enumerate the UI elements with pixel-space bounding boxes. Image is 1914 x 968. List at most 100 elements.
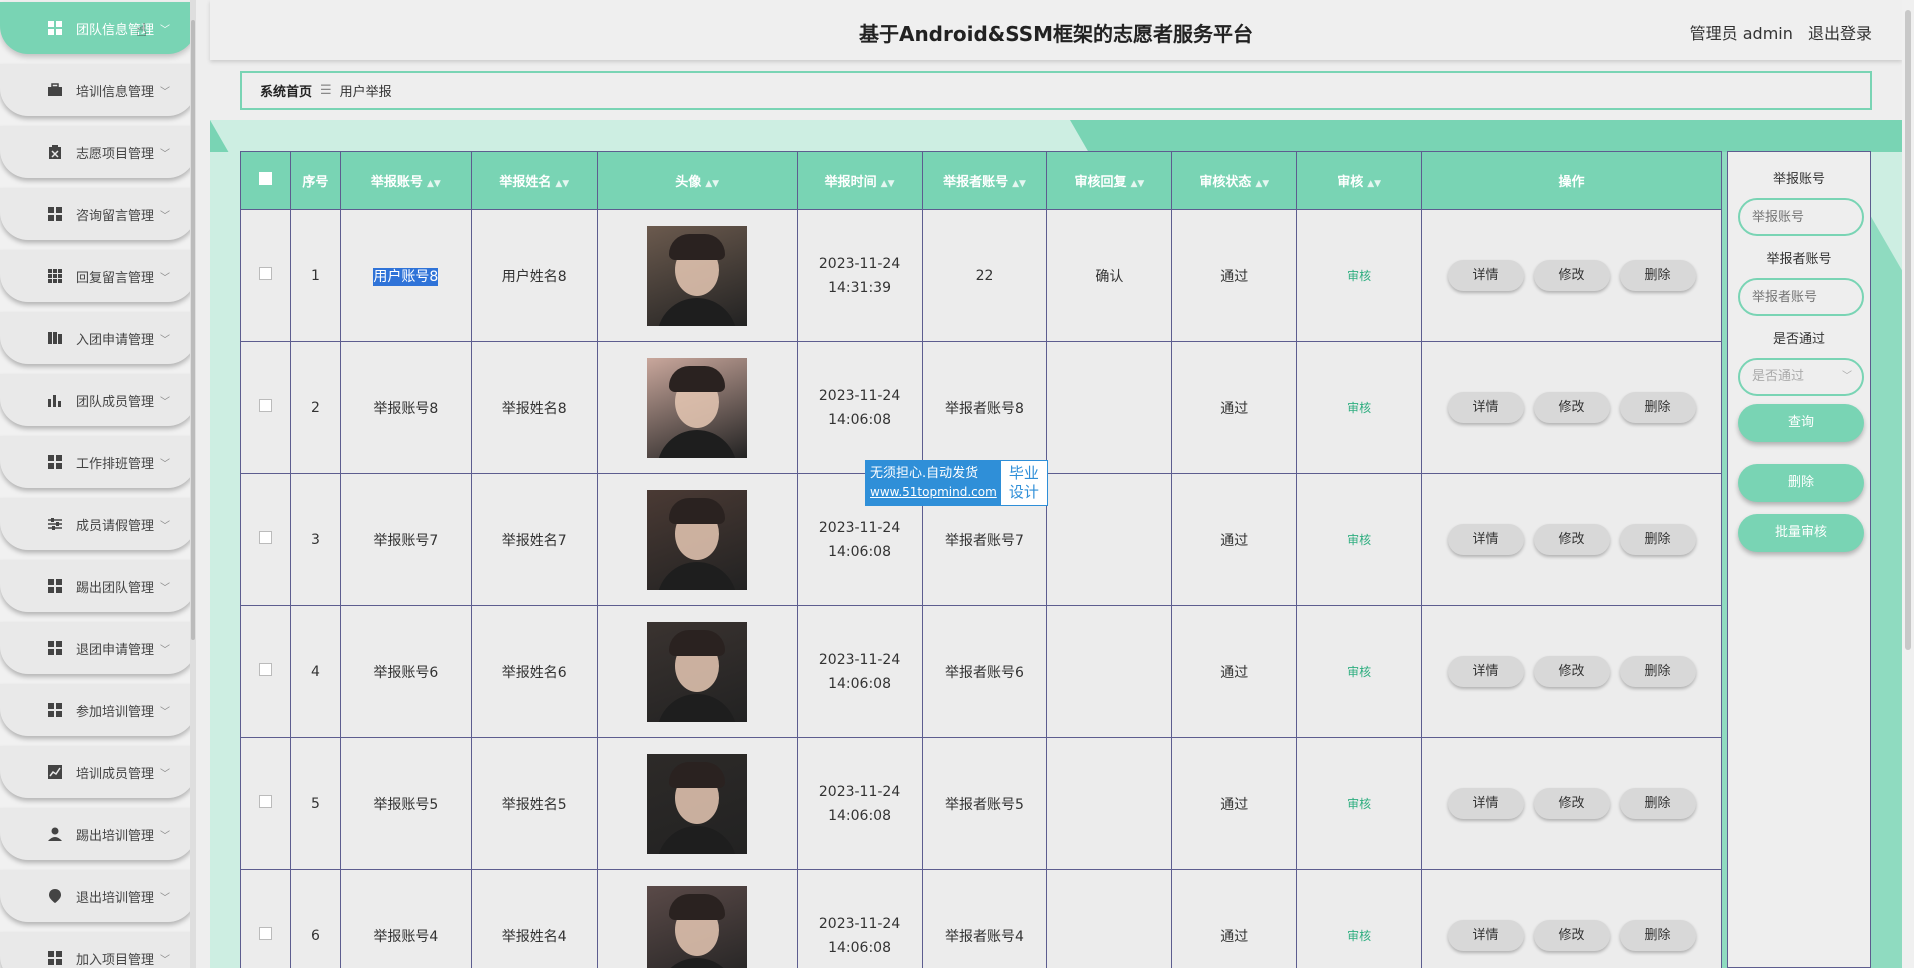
sidebar-item[interactable]: 加入项目管理 ﹀ [0,932,196,968]
row-select-cell[interactable] [240,737,291,870]
logout-link[interactable]: 退出登录 [1808,24,1872,43]
row-time-text: 2023-11-24 14:06:08 [818,651,901,692]
row-select-cell[interactable] [240,605,291,738]
delete-button[interactable]: 删除 [1619,260,1696,291]
row-checkbox[interactable] [258,399,272,412]
row-actions: 详情 修改 删除 [1421,737,1722,870]
sidebar-item[interactable]: 团队信息管理 ﹀ [0,2,196,54]
delete-button[interactable]: 删除 [1619,656,1696,687]
chevron-down-icon: ﹀ [160,458,171,470]
delete-button[interactable]: 删除 [1619,920,1696,951]
delete-button[interactable]: 删除 [1619,524,1696,555]
sort-icon[interactable]: ▲▼ [1255,179,1269,189]
col-audit[interactable]: 审核 ▲▼ [1296,151,1423,210]
query-button[interactable]: 查询 [1738,404,1864,442]
detail-button[interactable]: 详情 [1447,392,1524,423]
account-search-input[interactable] [1738,198,1864,236]
row-reply [1046,473,1173,606]
row-select-cell[interactable] [240,473,291,606]
edit-button[interactable]: 修改 [1533,656,1610,687]
col-time[interactable]: 举报时间 ▲▼ [796,151,923,210]
row-select-cell[interactable] [240,869,291,968]
sort-icon[interactable]: ▲▼ [1130,179,1144,189]
sidebar-item[interactable]: 志愿项目管理 ﹀ [0,126,196,178]
sidebar-item[interactable]: 工作排班管理 ﹀ [0,436,196,488]
delete-button[interactable]: 删除 [1619,392,1696,423]
delete-selected-button[interactable]: 删除 [1738,464,1864,502]
select-all-cell[interactable] [240,151,291,210]
col-account[interactable]: 举报账号 ▲▼ [339,151,472,210]
detail-button[interactable]: 详情 [1447,260,1524,291]
row-select-cell[interactable] [240,209,291,342]
col-status[interactable]: 审核状态 ▲▼ [1171,151,1298,210]
audit-link[interactable]: 审核 [1347,533,1371,547]
col-reply[interactable]: 审核回复 ▲▼ [1046,151,1173,210]
table-row: 4 举报账号6 举报姓名6 2023-11-24 14:06:08 举报者账号6 通过 审核… [240,605,1722,738]
row-time-text: 2023-11-24 14:06:08 [818,783,901,824]
sort-icon[interactable]: ▲▼ [705,179,719,189]
avatar[interactable] [647,357,748,458]
sidebar-item-label: 成员请假管理 [76,518,155,534]
col-avatar[interactable]: 头像 ▲▼ [596,151,798,210]
detail-button[interactable]: 详情 [1447,656,1524,687]
sort-icon[interactable]: ▲▼ [555,179,569,189]
avatar[interactable] [647,753,748,854]
row-checkbox[interactable] [258,927,272,940]
sidebar-item[interactable]: 培训成员管理 ﹀ [0,746,196,798]
col-reporter[interactable]: 举报者账号 ▲▼ [921,151,1048,210]
avatar[interactable] [647,225,748,326]
page-scroll-thumb[interactable] [1905,10,1911,650]
edit-button[interactable]: 修改 [1533,392,1610,423]
sidebar-item[interactable]: 踢出团队管理 ﹀ [0,560,196,612]
sidebar-item[interactable]: 入团申请管理 ﹀ [0,312,196,364]
sort-icon[interactable]: ▲▼ [1367,179,1381,189]
sort-icon[interactable]: ▲▼ [881,179,895,189]
sidebar-item[interactable]: 退团申请管理 ﹀ [0,622,196,674]
select-all-checkbox[interactable] [258,172,272,185]
reporter-search-input[interactable] [1738,278,1864,316]
row-status: 通过 [1171,869,1298,968]
row-checkbox[interactable] [258,267,272,280]
avatar[interactable] [647,621,748,722]
pass-select[interactable]: 是否通过 ﹀ [1738,358,1864,396]
sidebar-item[interactable]: 成员请假管理 ﹀ [0,498,196,550]
detail-button[interactable]: 详情 [1447,920,1524,951]
row-checkbox[interactable] [258,663,272,676]
detail-button[interactable]: 详情 [1447,524,1524,555]
sidebar-item[interactable]: 咨询留言管理 ﹀ [0,188,196,240]
avatar-body-shape [657,957,738,968]
sort-icon[interactable]: ▲▼ [1012,179,1026,189]
audit-link[interactable]: 审核 [1347,401,1371,415]
sidebar-item[interactable]: 团队成员管理 ﹀ [0,374,196,426]
avatar[interactable] [647,885,748,968]
edit-button[interactable]: 修改 [1533,788,1610,819]
sidebar-item[interactable]: 参加培训管理 ﹀ [0,684,196,736]
grid-icon [48,21,62,35]
audit-link[interactable]: 审核 [1347,269,1371,283]
sidebar-item-label: 退团申请管理 [76,642,155,658]
chevron-down-icon: ﹀ [1842,371,1852,382]
row-checkbox[interactable] [258,531,272,544]
col-name[interactable]: 举报姓名 ▲▼ [470,151,598,210]
breadcrumb-home[interactable]: 系统首页 [260,81,312,100]
sidebar-item[interactable]: 培训信息管理 ﹀ [0,64,196,116]
audit-link[interactable]: 审核 [1347,929,1371,943]
batch-audit-button[interactable]: 批量审核 [1738,514,1864,552]
sort-icon[interactable]: ▲▼ [427,179,441,189]
detail-button[interactable]: 详情 [1447,788,1524,819]
audit-link[interactable]: 审核 [1347,797,1371,811]
row-select-cell[interactable] [240,341,291,474]
edit-button[interactable]: 修改 [1533,524,1610,555]
row-account-cell: 用户账号8 [339,209,472,342]
edit-button[interactable]: 修改 [1533,260,1610,291]
avatar[interactable] [647,489,748,590]
sidebar-scroll-thumb[interactable] [191,20,195,640]
sidebar-item[interactable]: 退出培训管理 ﹀ [0,870,196,922]
row-time: 2023-11-24 14:06:08 [796,341,923,474]
delete-button[interactable]: 删除 [1619,788,1696,819]
audit-link[interactable]: 审核 [1347,665,1371,679]
sidebar-item[interactable]: 回复留言管理 ﹀ [0,250,196,302]
row-checkbox[interactable] [258,795,272,808]
edit-button[interactable]: 修改 [1533,920,1610,951]
sidebar-item[interactable]: 踢出培训管理 ﹀ [0,808,196,860]
